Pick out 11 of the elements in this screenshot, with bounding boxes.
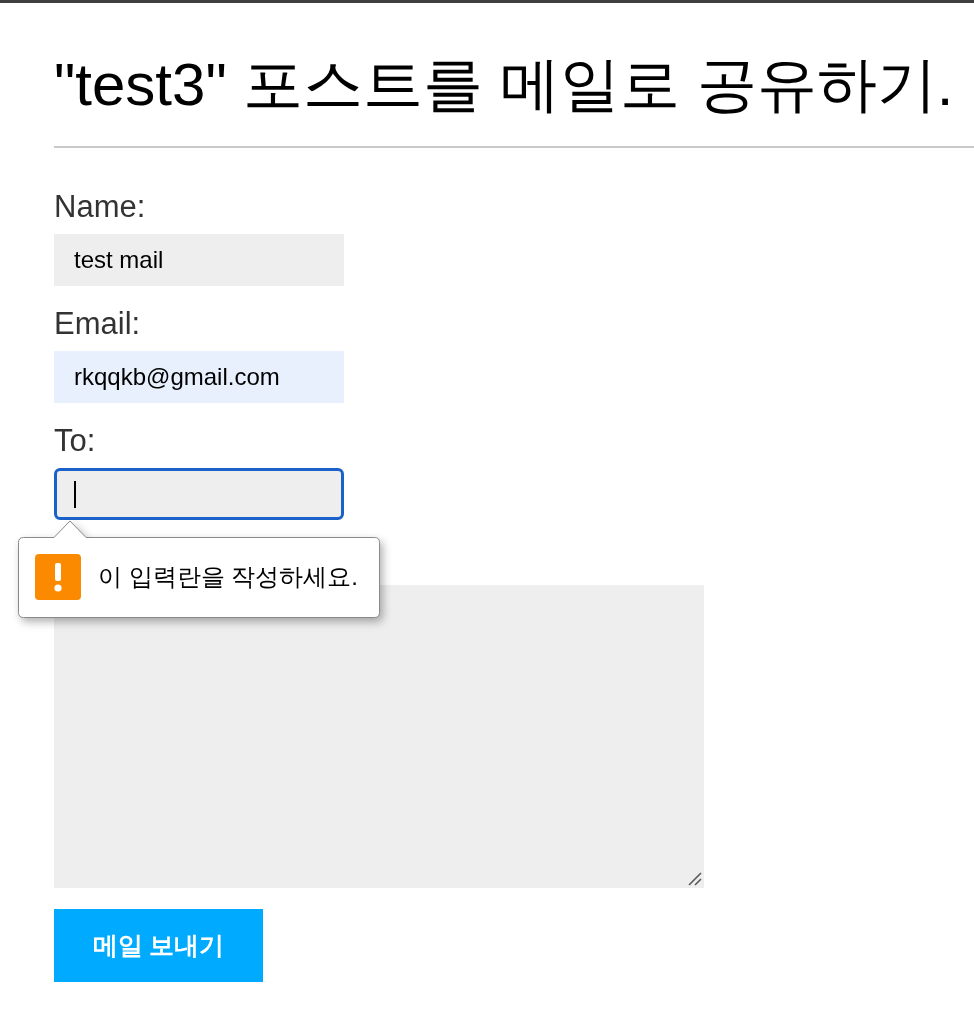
resize-handle-icon[interactable]	[688, 872, 702, 886]
field-label: Email:	[54, 307, 141, 341]
text-input[interactable]	[54, 468, 344, 520]
text-cursor-icon	[74, 480, 76, 508]
field-label: To:	[54, 424, 96, 458]
text-input[interactable]: test mail	[54, 234, 344, 286]
field-label: Name:	[54, 190, 146, 224]
text-input[interactable]: rkqqkb@gmail.com	[54, 351, 344, 403]
page-title: "test3" 포스트를 메일로 공유하기.	[54, 55, 954, 115]
warning-icon	[35, 554, 81, 600]
validation-message: 이 입력란을 작성하세요.	[98, 562, 358, 592]
